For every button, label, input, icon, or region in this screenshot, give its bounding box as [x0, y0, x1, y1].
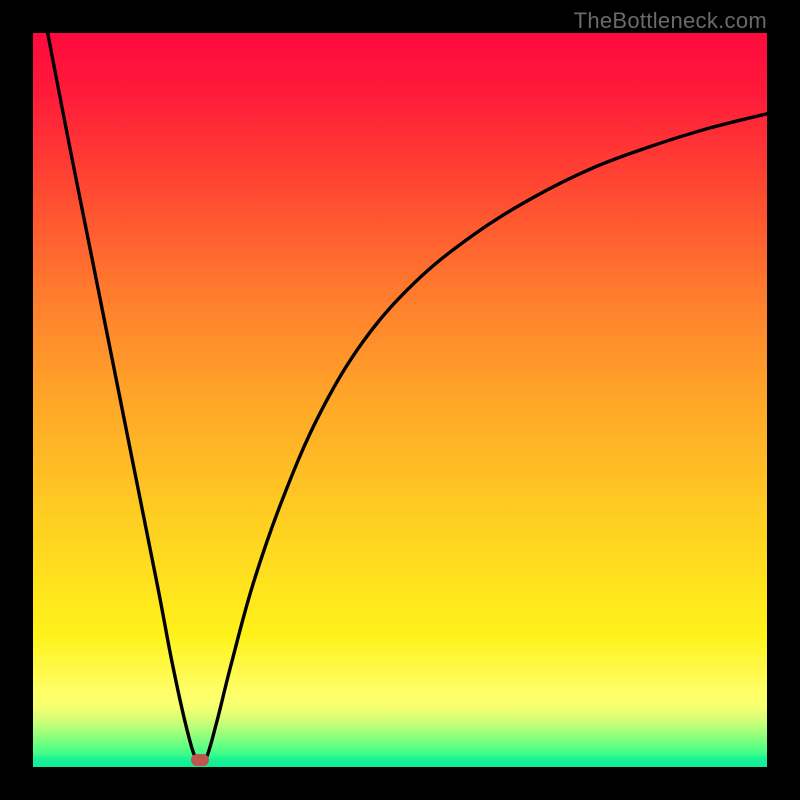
vertex-marker [191, 754, 209, 766]
curve-svg [33, 33, 767, 767]
attribution-label: TheBottleneck.com [574, 8, 767, 34]
bounce-curve-path [48, 33, 767, 764]
plot-area [33, 33, 767, 767]
chart-frame: TheBottleneck.com [0, 0, 800, 800]
